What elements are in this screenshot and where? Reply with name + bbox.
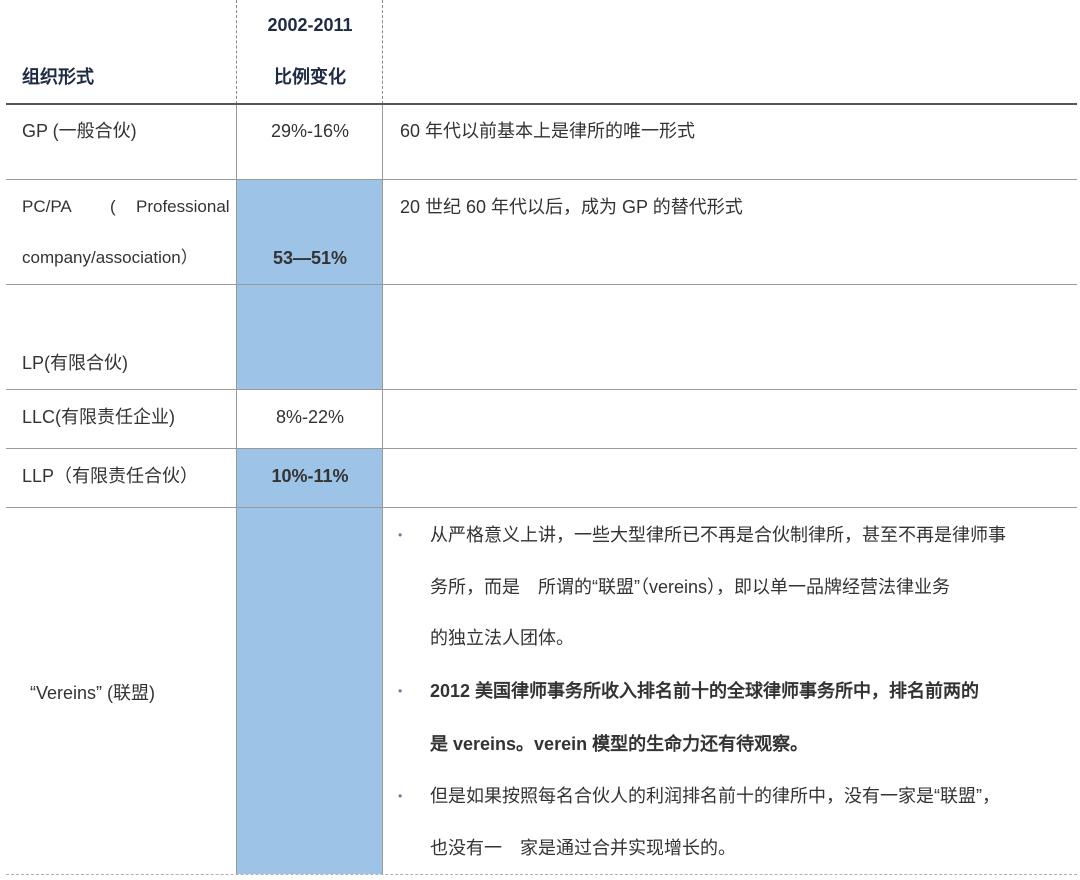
bullet-2-line-2: 是 vereins。verein 模型的生命力还有待观察。 bbox=[430, 734, 809, 754]
highlight-lp bbox=[237, 285, 382, 389]
bullet-2-line-1: 2012 美国律师事务所收入排名前十的全球律师事务所中，排名前两的 bbox=[430, 681, 980, 701]
highlight-vereins bbox=[237, 508, 382, 874]
row-gp-form: GP (一般合伙) bbox=[22, 121, 137, 141]
comparison-table: 组织形式 2002-2011 比例变化 GP (一般合伙) 29%-16% 60… bbox=[0, 0, 1080, 880]
bottom-rule bbox=[6, 874, 1077, 875]
header-form: 组织形式 bbox=[22, 67, 94, 87]
row-pcpa-form-line1: PC/PA bbox=[22, 197, 72, 216]
row-llc-form: LLC(有限责任企业) bbox=[22, 407, 176, 427]
header-period: 2002-2011 bbox=[267, 15, 353, 35]
row-llp-form: LLP（有限责任合伙） bbox=[22, 466, 199, 486]
row-pcpa-form-line2: company/association） bbox=[22, 248, 198, 267]
bullet-1-line-3: 的独立法人团体。 bbox=[430, 628, 574, 648]
row-llc-change: 8%-22% bbox=[275, 407, 345, 427]
col-divider-2-body bbox=[382, 104, 383, 874]
row-rule-3 bbox=[6, 389, 1077, 390]
row-vereins-form: “Vereins” (联盟) bbox=[30, 683, 156, 703]
row-pcpa-form-word: Professional bbox=[136, 197, 230, 216]
header-change: 比例变化 bbox=[274, 67, 346, 87]
row-rule-4 bbox=[6, 448, 1077, 449]
row-lp-form: LP(有限合伙) bbox=[22, 353, 129, 373]
bullet-3-line-2: 也没有一 家是通过合并实现增长的。 bbox=[430, 838, 736, 858]
col-divider-2 bbox=[382, 0, 383, 104]
row-pcpa-note: 20 世纪 60 年代以后，成为 GP 的替代形式 bbox=[400, 197, 743, 217]
row-gp-note: 60 年代以前基本上是律所的唯一形式 bbox=[400, 121, 696, 141]
row-rule-5 bbox=[6, 507, 1077, 508]
col-divider-1 bbox=[236, 0, 237, 104]
bullet-1-line-1: 从严格意义上讲，一些大型律所已不再是合伙制律所，甚至不再是律师事 bbox=[430, 525, 1006, 545]
bullet-3-line-1: 但是如果按照每名合伙人的利润排名前十的律所中，没有一家是“联盟”， bbox=[430, 786, 1000, 806]
row-rule-1 bbox=[6, 179, 1077, 180]
bullet-1-line-2: 务所，而是 所谓的“联盟”（vereins），即以单一品牌经营法律业务 bbox=[430, 577, 951, 597]
header-rule bbox=[6, 103, 1077, 105]
bullet-3-marker: • bbox=[398, 789, 403, 803]
col-divider-1-body bbox=[236, 104, 237, 874]
bullet-1-marker: • bbox=[398, 528, 403, 542]
row-rule-2 bbox=[6, 284, 1077, 285]
row-pcpa-change: 53—51% bbox=[272, 248, 348, 268]
row-gp-change: 29%-16% bbox=[270, 121, 350, 141]
row-llp-change: 10%-11% bbox=[271, 466, 349, 486]
bullet-2-marker: • bbox=[398, 684, 403, 698]
row-pcpa-form-paren: ( bbox=[110, 197, 116, 216]
